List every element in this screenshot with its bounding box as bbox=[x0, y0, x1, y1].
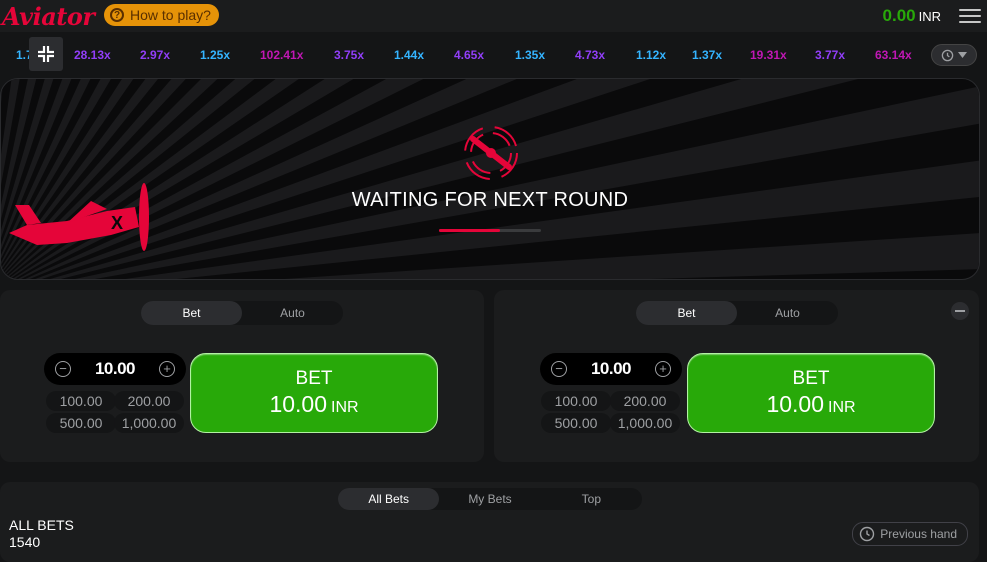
dropdown-caret-icon bbox=[958, 52, 967, 58]
stake-stepper: − 10.00 + bbox=[44, 353, 186, 385]
quick-amount-button[interactable]: 500.00 bbox=[541, 413, 611, 433]
round-progress-bar bbox=[439, 229, 541, 232]
top-bar: Aviator ? How to play? 0.00 INR bbox=[0, 0, 987, 32]
tab-top[interactable]: Top bbox=[541, 488, 642, 510]
tab-my-bets[interactable]: My Bets bbox=[439, 488, 540, 510]
bet-button-amount: 10.00 bbox=[269, 391, 327, 417]
place-bet-button[interactable]: BET 10.00 INR bbox=[687, 353, 935, 433]
history-clock-icon bbox=[860, 526, 875, 542]
balance-currency: INR bbox=[918, 9, 941, 24]
bet-button-label: BET bbox=[792, 368, 830, 389]
history-multiplier[interactable]: 63.14x bbox=[875, 48, 912, 62]
balance-display: 0.00 INR bbox=[883, 6, 941, 26]
airplane-icon: X bbox=[9, 183, 149, 251]
balance-amount: 0.00 bbox=[882, 6, 916, 25]
history-multiplier[interactable]: 1.37x bbox=[692, 48, 722, 62]
history-multiplier[interactable]: 1.12x bbox=[636, 48, 666, 62]
how-to-play-button[interactable]: ? How to play? bbox=[104, 4, 219, 26]
history-multiplier[interactable]: 1.25x bbox=[200, 48, 230, 62]
stake-stepper: − 10.00 + bbox=[540, 353, 682, 385]
bets-panel: All Bets My Bets Top ALL BETS 1540 Previ… bbox=[0, 482, 979, 562]
bets-tabs: All Bets My Bets Top bbox=[338, 488, 642, 510]
quick-amount-button[interactable]: 1,000.00 bbox=[610, 413, 680, 433]
tab-auto[interactable]: Auto bbox=[737, 301, 838, 325]
history-multiplier[interactable]: 3.75x bbox=[334, 48, 364, 62]
bet-button-label: BET bbox=[295, 368, 333, 389]
remove-bet-panel-icon[interactable] bbox=[951, 302, 969, 320]
help-icon: ? bbox=[110, 8, 124, 22]
previous-hand-button[interactable]: Previous hand bbox=[852, 522, 968, 546]
tab-bet[interactable]: Bet bbox=[141, 301, 242, 325]
quick-amount-button[interactable]: 100.00 bbox=[541, 391, 611, 411]
quick-amount-button[interactable]: 200.00 bbox=[114, 391, 184, 411]
history-multiplier[interactable]: 102.41x bbox=[260, 48, 303, 62]
multiplier-history: 1.7 28.13x 2.97x 1.25x 102.41x 3.75x 1.4… bbox=[0, 36, 987, 76]
tab-bet[interactable]: Bet bbox=[636, 301, 737, 325]
all-bets-count: 1540 bbox=[9, 534, 41, 550]
bet-panel-2: Bet Auto − 10.00 + 100.00 200.00 500.00 … bbox=[494, 290, 979, 462]
game-canvas: WAITING FOR NEXT ROUND X bbox=[0, 78, 980, 280]
bet-panel-1: Bet Auto − 10.00 + 100.00 200.00 500.00 … bbox=[0, 290, 484, 462]
bet-mode-tabs: Bet Auto bbox=[636, 301, 838, 325]
quick-amount-button[interactable]: 1,000.00 bbox=[114, 413, 184, 433]
increase-stake-button[interactable]: + bbox=[655, 361, 671, 377]
bet-button-currency: INR bbox=[331, 399, 359, 416]
hamburger-menu-icon[interactable] bbox=[959, 7, 981, 25]
how-to-play-label: How to play? bbox=[130, 7, 211, 23]
history-multiplier[interactable]: 2.97x bbox=[140, 48, 170, 62]
history-multiplier[interactable]: 4.73x bbox=[575, 48, 605, 62]
stake-input[interactable]: 10.00 bbox=[76, 359, 154, 379]
svg-text:X: X bbox=[111, 213, 123, 233]
history-multiplier[interactable]: 1.35x bbox=[515, 48, 545, 62]
history-multiplier[interactable]: 1.44x bbox=[394, 48, 424, 62]
bet-mode-tabs: Bet Auto bbox=[141, 301, 343, 325]
history-multiplier[interactable]: 4.65x bbox=[454, 48, 484, 62]
bet-button-amount: 10.00 bbox=[766, 391, 824, 417]
quick-amount-button[interactable]: 500.00 bbox=[46, 413, 116, 433]
history-multiplier[interactable]: 19.31x bbox=[750, 48, 787, 62]
collapse-arrows-icon[interactable] bbox=[29, 37, 63, 71]
bet-button-currency: INR bbox=[828, 399, 856, 416]
round-progress-fill bbox=[439, 229, 501, 232]
history-clock-icon bbox=[941, 49, 954, 61]
history-multiplier[interactable]: 3.77x bbox=[815, 48, 845, 62]
place-bet-button[interactable]: BET 10.00 INR bbox=[190, 353, 438, 433]
previous-hand-label: Previous hand bbox=[880, 527, 957, 541]
quick-amount-button[interactable]: 100.00 bbox=[46, 391, 116, 411]
decrease-stake-button[interactable]: − bbox=[551, 361, 567, 377]
aviator-logo[interactable]: Aviator bbox=[2, 2, 95, 31]
propeller-loading-icon bbox=[464, 126, 518, 180]
all-bets-title: ALL BETS bbox=[9, 517, 74, 533]
tab-auto[interactable]: Auto bbox=[242, 301, 343, 325]
decrease-stake-button[interactable]: − bbox=[55, 361, 71, 377]
history-toggle-button[interactable] bbox=[931, 44, 977, 66]
history-multiplier[interactable]: 28.13x bbox=[74, 48, 111, 62]
increase-stake-button[interactable]: + bbox=[159, 361, 175, 377]
tab-all-bets[interactable]: All Bets bbox=[338, 488, 440, 510]
stake-input[interactable]: 10.00 bbox=[572, 359, 650, 379]
quick-amount-button[interactable]: 200.00 bbox=[610, 391, 680, 411]
